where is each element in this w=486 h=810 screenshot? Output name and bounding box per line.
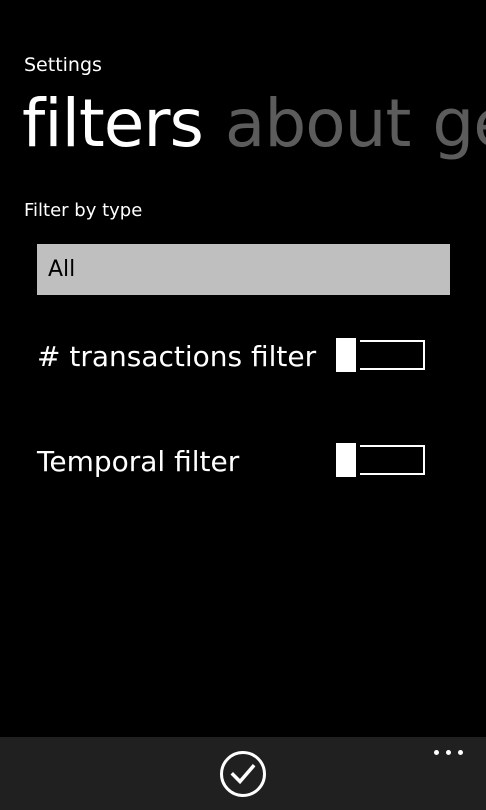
ellipsis-icon xyxy=(434,750,439,755)
temporal-filter-label: Temporal filter xyxy=(37,445,240,478)
check-icon xyxy=(220,751,266,797)
app-title: Settings xyxy=(24,54,102,76)
temporal-filter-toggle[interactable] xyxy=(336,443,425,477)
filter-type-label: Filter by type xyxy=(24,200,143,221)
ellipsis-icon-dot xyxy=(458,750,463,755)
app-bar xyxy=(0,737,486,810)
filter-type-picker[interactable]: All xyxy=(37,244,450,295)
filter-type-value: All xyxy=(48,257,76,282)
pivot-tab-about[interactable]: about xyxy=(225,84,411,164)
toggle-gap xyxy=(356,338,360,372)
pivot-header-bar: filters aboutge xyxy=(22,84,486,164)
save-button[interactable] xyxy=(219,750,267,798)
toggle-thumb[interactable] xyxy=(336,338,356,372)
transactions-filter-row: # transactions filter xyxy=(37,337,437,377)
pivot-tab-ge[interactable]: ge xyxy=(432,84,486,164)
toggle-thumb[interactable] xyxy=(336,443,356,477)
more-button[interactable] xyxy=(426,737,486,767)
transactions-filter-label: # transactions filter xyxy=(37,340,317,373)
toggle-gap xyxy=(356,443,360,477)
temporal-filter-row: Temporal filter xyxy=(37,442,437,482)
pivot-tab-filters[interactable]: filters xyxy=(22,84,204,164)
ellipsis-icon-dot xyxy=(446,750,451,755)
transactions-filter-toggle[interactable] xyxy=(336,338,425,372)
